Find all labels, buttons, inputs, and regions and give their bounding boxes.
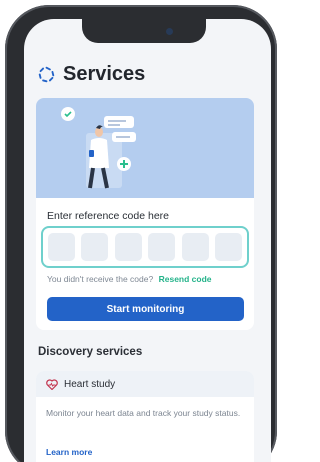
heart-study-header: Heart study <box>36 371 254 397</box>
services-logo-icon <box>38 66 55 83</box>
start-monitoring-button[interactable]: Start monitoring <box>47 297 244 321</box>
app-screen: Services Enter reference code here You d… <box>24 19 271 462</box>
heartbeat-icon <box>46 378 58 390</box>
reference-code-input[interactable] <box>41 226 249 268</box>
resend-question: You didn't receive the code? <box>47 274 154 284</box>
page-title: Services <box>63 63 146 85</box>
heart-study-description: Monitor your heart data and track your s… <box>46 408 241 418</box>
code-digit-cell[interactable] <box>81 233 109 261</box>
resend-code-link[interactable]: Resend code <box>159 274 212 284</box>
learn-more-link[interactable]: Learn more <box>46 447 92 457</box>
reference-code-label: Enter reference code here <box>47 210 169 222</box>
phone-frame: Services Enter reference code here You d… <box>5 5 277 462</box>
code-digit-cell[interactable] <box>48 233 75 261</box>
heart-study-card[interactable]: Heart study Monitor your heart data and … <box>36 371 254 462</box>
page-header: Services <box>38 63 145 86</box>
resend-row: You didn't receive the code? Resend code <box>47 274 212 284</box>
front-camera-icon <box>166 28 173 35</box>
code-digit-cell[interactable] <box>181 233 209 261</box>
code-digit-cell[interactable] <box>114 233 142 261</box>
reference-code-card: Enter reference code here You didn't rec… <box>36 98 254 330</box>
discovery-services-title: Discovery services <box>38 346 143 358</box>
code-digit-cell[interactable] <box>214 233 242 261</box>
code-digit-cell[interactable] <box>148 233 176 261</box>
heart-study-title: Heart study <box>64 378 116 390</box>
doctor-illustration <box>36 98 254 198</box>
phone-notch <box>82 19 206 43</box>
